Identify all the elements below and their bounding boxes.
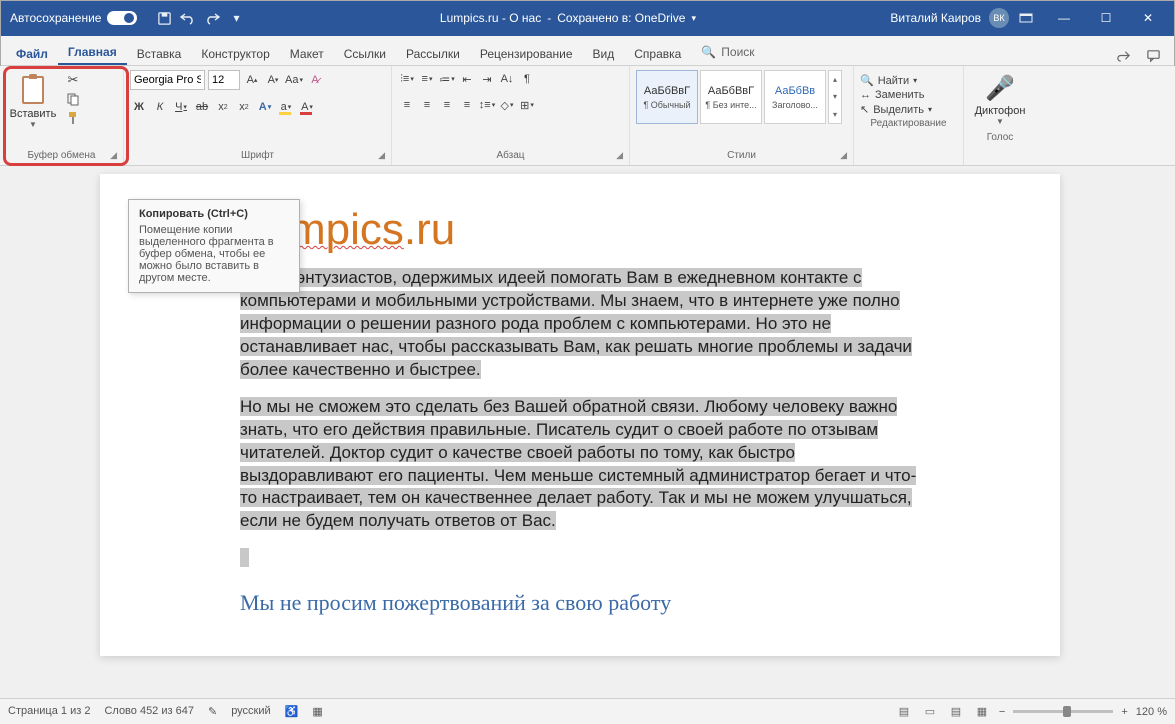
undo-icon[interactable] bbox=[179, 9, 197, 27]
bullets-button[interactable]: ⫶≡▾ bbox=[398, 70, 416, 88]
italic-button[interactable]: К bbox=[151, 98, 169, 116]
dictate-button[interactable]: Диктофон bbox=[975, 105, 1026, 117]
read-view-icon[interactable]: ▭ bbox=[921, 704, 939, 720]
paragraph-1: группа энтузиастов, одержимых идеей помо… bbox=[240, 267, 920, 382]
styles-more[interactable]: ▴▾▾ bbox=[828, 70, 842, 124]
paste-icon bbox=[19, 74, 47, 106]
shrink-font-button[interactable]: A▾ bbox=[264, 71, 282, 89]
accessibility-icon[interactable]: ♿ bbox=[285, 705, 299, 718]
ribbon-display-icon[interactable] bbox=[1017, 9, 1035, 27]
voice-group-label: Голос bbox=[970, 130, 1030, 145]
style-normal[interactable]: АаБбВвГ ¶ Обычный bbox=[636, 70, 698, 124]
strikethrough-button[interactable]: ab bbox=[193, 98, 211, 116]
highlight-color-button[interactable]: a▾ bbox=[277, 98, 295, 116]
styles-group-label: Стили◢ bbox=[636, 148, 847, 163]
focus-view-icon[interactable]: ▤ bbox=[895, 704, 913, 720]
replace-button[interactable]: ↔Заменить bbox=[860, 89, 957, 101]
copy-icon[interactable] bbox=[64, 91, 82, 107]
page-indicator[interactable]: Страница 1 из 2 bbox=[8, 705, 90, 718]
select-icon: ↖ bbox=[860, 103, 869, 116]
multilevel-button[interactable]: ≔▾ bbox=[438, 70, 456, 88]
font-size-select[interactable] bbox=[208, 70, 240, 90]
print-view-icon[interactable]: ▤ bbox=[947, 704, 965, 720]
shading-button[interactable]: ◇▾ bbox=[498, 96, 516, 114]
find-button[interactable]: 🔍Найти▾ bbox=[860, 74, 957, 87]
zoom-out-button[interactable]: − bbox=[999, 706, 1005, 718]
paragraph-empty bbox=[240, 547, 920, 570]
paragraph-group-label: Абзац◢ bbox=[398, 148, 623, 163]
save-icon[interactable] bbox=[155, 9, 173, 27]
zoom-in-button[interactable]: + bbox=[1121, 706, 1127, 718]
select-button[interactable]: ↖Выделить▾ bbox=[860, 103, 957, 116]
web-view-icon[interactable]: ▦ bbox=[973, 704, 991, 720]
style-heading1[interactable]: АаБбВв Заголово... bbox=[764, 70, 826, 124]
justify-button[interactable]: ≡ bbox=[458, 96, 476, 114]
search-icon: 🔍 bbox=[860, 74, 874, 87]
font-name-select[interactable] bbox=[130, 70, 205, 90]
replace-icon: ↔ bbox=[860, 89, 871, 101]
statusbar: Страница 1 из 2 Слово 452 из 647 ✎ русск… bbox=[0, 698, 1175, 724]
decrease-indent-button[interactable]: ⇤ bbox=[458, 70, 476, 88]
cut-icon[interactable]: ✂ bbox=[64, 72, 82, 88]
editing-group-label: Редактирование bbox=[860, 116, 957, 131]
tooltip-body: Помещение копии выделенного фрагмента в … bbox=[139, 224, 289, 284]
sort-button[interactable]: A↓ bbox=[498, 70, 516, 88]
zoom-level[interactable]: 120 % bbox=[1136, 706, 1167, 718]
bold-button[interactable]: Ж bbox=[130, 98, 148, 116]
macro-icon[interactable]: ▦ bbox=[312, 705, 322, 718]
zoom-slider[interactable] bbox=[1013, 710, 1113, 713]
line-spacing-button[interactable]: ↕≡▾ bbox=[478, 96, 496, 114]
clear-formatting-button[interactable]: A̷ bbox=[306, 71, 324, 89]
increase-indent-button[interactable]: ⇥ bbox=[478, 70, 496, 88]
paragraph-2: Но мы не сможем это сделать без Вашей об… bbox=[240, 396, 920, 534]
qat-dropdown-icon[interactable]: ▾ bbox=[227, 9, 245, 27]
styles-dialog-launcher[interactable]: ◢ bbox=[840, 150, 847, 161]
tooltip: Копировать (Ctrl+C) Помещение копии выде… bbox=[128, 199, 300, 293]
font-color-button[interactable]: A▾ bbox=[298, 98, 316, 116]
doc-heading: Lumpics.ru bbox=[240, 204, 920, 255]
style-nospacing[interactable]: АаБбВвГ ¶ Без инте... bbox=[700, 70, 762, 124]
ribbon: Вставить ▼ ✂ Буфер обмена◢ A▴ A▾ Aa▾ A̷ … bbox=[0, 66, 1175, 166]
numbering-button[interactable]: ≡▾ bbox=[418, 70, 436, 88]
word-count[interactable]: Слово 452 из 647 bbox=[104, 705, 194, 718]
align-right-button[interactable]: ≡ bbox=[438, 96, 456, 114]
paste-button[interactable]: Вставить ▼ bbox=[6, 70, 60, 133]
align-center-button[interactable]: ≡ bbox=[418, 96, 436, 114]
underline-button[interactable]: Ч▾ bbox=[172, 98, 190, 116]
font-group-label: Шрифт◢ bbox=[130, 148, 385, 163]
grow-font-button[interactable]: A▴ bbox=[243, 71, 261, 89]
spellcheck-icon[interactable]: ✎ bbox=[208, 705, 217, 718]
font-dialog-launcher[interactable]: ◢ bbox=[378, 150, 385, 161]
paragraph-dialog-launcher[interactable]: ◢ bbox=[616, 150, 623, 161]
clipboard-dialog-launcher[interactable]: ◢ bbox=[110, 150, 117, 161]
subscript-button[interactable]: x2 bbox=[214, 98, 232, 116]
redo-icon[interactable] bbox=[203, 9, 221, 27]
borders-button[interactable]: ⊞▾ bbox=[518, 96, 536, 114]
tooltip-title: Копировать (Ctrl+C) bbox=[139, 208, 289, 220]
show-marks-button[interactable]: ¶ bbox=[518, 70, 536, 88]
superscript-button[interactable]: x2 bbox=[235, 98, 253, 116]
mic-icon: 🎤 bbox=[985, 74, 1015, 103]
doc-subheading: Мы не просим пожертвований за свою работ… bbox=[240, 590, 920, 616]
change-case-button[interactable]: Aa▾ bbox=[285, 71, 303, 89]
clipboard-group-label: Буфер обмена◢ bbox=[6, 148, 117, 163]
text-effects-button[interactable]: A▾ bbox=[256, 98, 274, 116]
format-painter-icon[interactable] bbox=[64, 110, 82, 126]
language-indicator[interactable]: русский bbox=[231, 705, 270, 718]
align-left-button[interactable]: ≡ bbox=[398, 96, 416, 114]
